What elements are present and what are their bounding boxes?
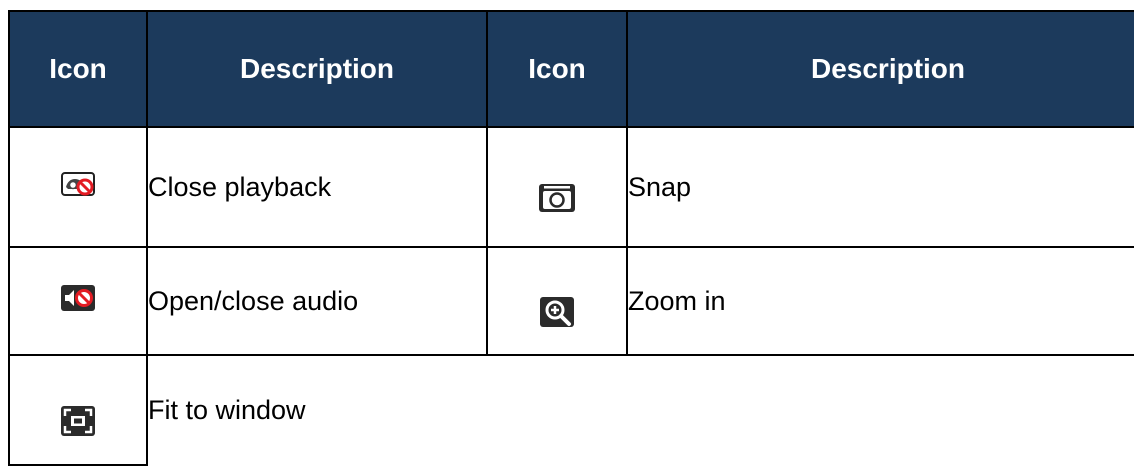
description-cell: Snap bbox=[626, 126, 1134, 248]
header-icon-2: Icon bbox=[486, 10, 628, 128]
table-row: Close playback Snap bbox=[8, 126, 1134, 248]
close-playback-icon bbox=[61, 171, 95, 196]
description-cell: Open/close audio bbox=[146, 246, 488, 356]
description-cell: Close playback bbox=[146, 126, 488, 248]
header-description-1: Description bbox=[146, 10, 488, 128]
zoom-in-icon bbox=[540, 296, 574, 327]
fit-to-window-icon bbox=[61, 405, 95, 436]
icon-description-table: Icon Description Icon Description Close bbox=[8, 10, 1134, 466]
audio-muted-icon bbox=[61, 284, 95, 311]
header-description-2: Description bbox=[626, 10, 1134, 128]
icon-cell bbox=[486, 126, 628, 248]
icon-cell bbox=[8, 126, 148, 248]
description-cell: Fit to window bbox=[146, 354, 1134, 465]
table-header-row: Icon Description Icon Description bbox=[8, 10, 1134, 128]
icon-cell bbox=[8, 354, 148, 466]
snap-camera-icon bbox=[539, 183, 575, 212]
icon-cell bbox=[8, 246, 148, 356]
icon-reference-page: Icon Description Icon Description Close bbox=[0, 0, 1134, 466]
description-cell: Zoom in bbox=[626, 246, 1134, 356]
icon-cell bbox=[486, 246, 628, 356]
header-icon-1: Icon bbox=[8, 10, 148, 128]
table-row: Fit to window bbox=[8, 354, 1134, 466]
table-row: Open/close audio Zoom in bbox=[8, 246, 1134, 356]
